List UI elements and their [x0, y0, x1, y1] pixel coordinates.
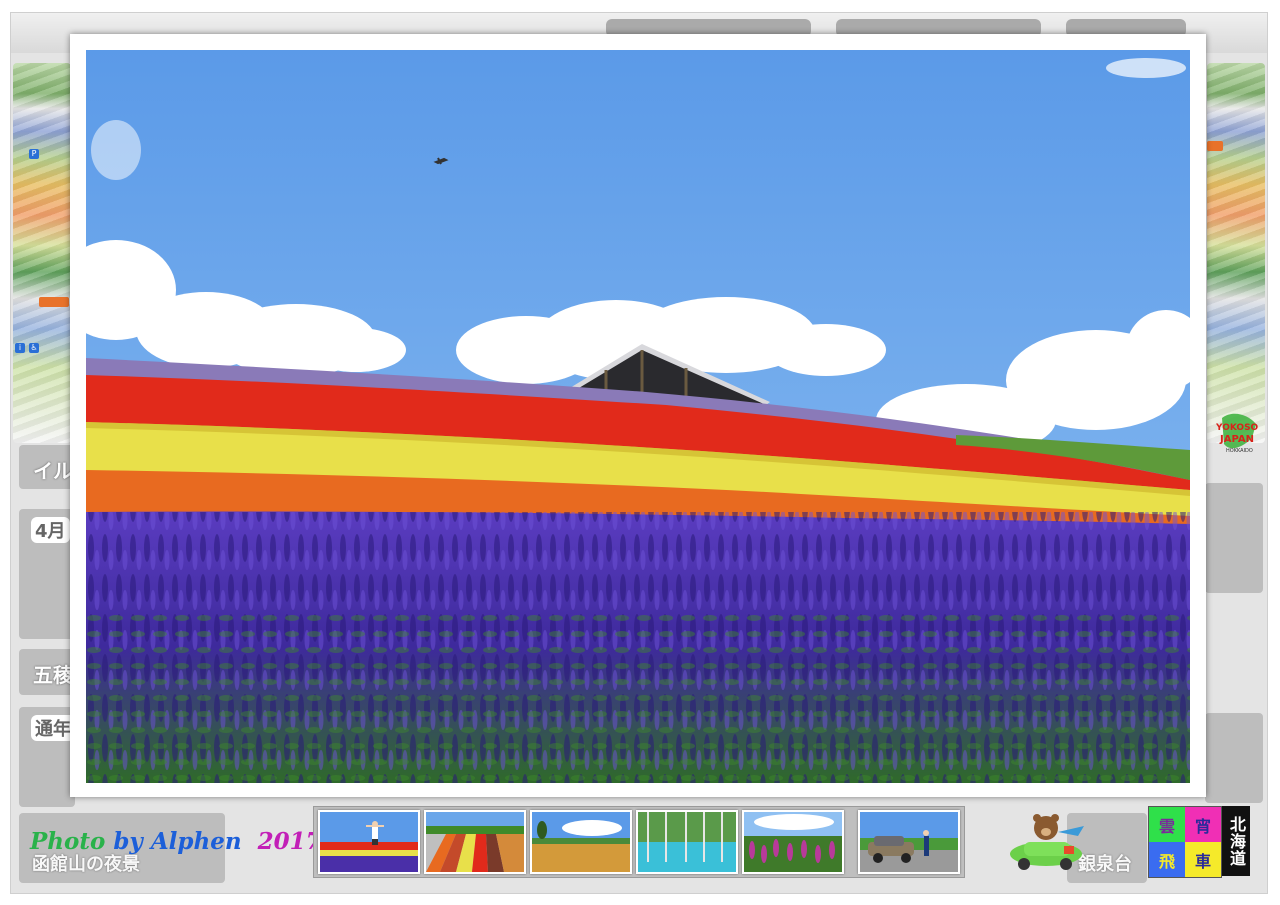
grid-logo: 雲 宵 飛 車: [1148, 806, 1222, 878]
svg-text:JAPAN: JAPAN: [1219, 434, 1254, 445]
background-card-label: イル: [33, 459, 73, 483]
thumb-car-countryside[interactable]: [858, 810, 960, 874]
left-park-map: P i ♿: [13, 63, 71, 443]
right-park-map: [1207, 63, 1265, 443]
hokkaido-vertical-logo: 北海道: [1222, 806, 1250, 876]
svg-text:YOKOSO: YOKOSO: [1215, 423, 1259, 433]
grid-logo-cell: 飛: [1149, 842, 1185, 877]
main-photo-flower-field: [86, 50, 1190, 783]
credit-photo-word: Photo: [30, 828, 106, 855]
thumbnail-strip: [313, 806, 965, 878]
background-card: [1205, 483, 1263, 593]
thumb-wheat-field-tree[interactable]: [530, 810, 632, 874]
info-icon: i: [15, 343, 25, 353]
grid-logo-cell: 宵: [1185, 807, 1221, 842]
credit-year: 2017: [257, 828, 322, 855]
thumb-striped-fields[interactable]: [424, 810, 526, 874]
yokoso-japan-logo-icon: YOKOSO JAPAN HOKKAIDO: [1215, 413, 1259, 454]
thumb-lupine-field[interactable]: [742, 810, 844, 874]
background-card-label: 通年: [31, 715, 75, 741]
thumb-blue-pond[interactable]: [636, 810, 738, 874]
grid-logo-cell: 車: [1185, 842, 1221, 877]
flower-field-scene: [86, 50, 1190, 783]
accessibility-icon: ♿: [29, 343, 39, 353]
background-card-label: 4月: [31, 517, 70, 543]
parking-icon: P: [29, 149, 39, 159]
grid-logo-cell: 雲: [1149, 807, 1185, 842]
thumb-person-flower-field[interactable]: [318, 810, 420, 874]
credit-by-word: by: [113, 828, 143, 855]
bear-car-mascot-icon: [1010, 814, 1084, 870]
map-label-tag: [39, 297, 69, 307]
main-photo-mat: [70, 34, 1206, 797]
credit-author-name: Alphen: [150, 828, 242, 855]
photo-credit: Photo by Alphen 2017: [30, 828, 322, 855]
background-card: [1205, 713, 1263, 803]
map-label-tag: [1207, 141, 1223, 151]
svg-text:HOKKAIDO: HOKKAIDO: [1226, 448, 1253, 454]
background-card-label: 五稜: [33, 663, 73, 687]
